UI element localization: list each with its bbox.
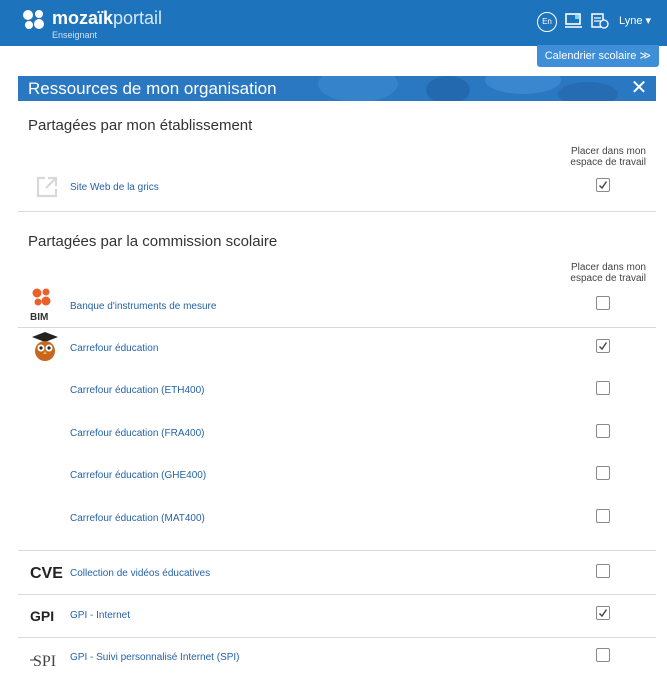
language-button[interactable]: En xyxy=(537,12,557,32)
list-item: CVE Collection de vidéos éducatives xyxy=(18,551,656,595)
workspace-checkbox[interactable] xyxy=(596,564,610,578)
resources-panel: Ressources de mon organisation ✕ Partagé… xyxy=(18,76,656,676)
resource-link[interactable]: Site Web de la grics xyxy=(70,182,159,193)
resource-link[interactable]: GPI - Internet xyxy=(70,610,130,621)
workspace-checkbox[interactable] xyxy=(596,296,610,310)
list-item: SPI GPI - Suivi personnalisé Internet (S… xyxy=(18,638,656,676)
resource-link[interactable]: Carrefour éducation (MAT400) xyxy=(70,513,205,524)
student-board-icon[interactable] xyxy=(565,13,583,29)
external-link-icon xyxy=(36,176,58,198)
workspace-checkbox[interactable] xyxy=(596,381,610,395)
list-item: Site Web de la grics xyxy=(18,170,656,212)
cve-logo-text: CVE xyxy=(30,565,63,582)
user-role: Enseignant xyxy=(52,30,98,40)
workspace-checkbox[interactable] xyxy=(596,509,610,523)
workspace-checkbox[interactable] xyxy=(596,606,610,620)
resource-link[interactable]: GPI - Suivi personnalisé Internet (SPI) xyxy=(70,652,240,663)
brand[interactable]: mozaïkportail Enseignant xyxy=(22,7,202,41)
mozaik-logo-icon xyxy=(23,10,44,29)
workspace-checkbox[interactable] xyxy=(596,466,610,480)
list-item: GPI GPI - Internet xyxy=(18,595,656,638)
resource-link[interactable]: Collection de vidéos éducatives xyxy=(70,568,210,579)
workspace-checkbox[interactable] xyxy=(596,648,610,662)
gpi-logo: GPI xyxy=(30,608,54,624)
panel-title: Ressources de mon organisation xyxy=(28,79,277,98)
resource-link[interactable]: Banque d'instruments de mesure xyxy=(70,301,216,312)
bim-logo: BIM xyxy=(30,288,51,323)
column-header-board: Placer dans mon espace de travail xyxy=(570,262,646,284)
workspace-checkbox[interactable] xyxy=(596,339,610,353)
close-button[interactable]: ✕ xyxy=(628,77,650,99)
workspace-checkbox[interactable] xyxy=(596,424,610,438)
section-title-school: Partagées par mon établissement xyxy=(28,117,253,134)
list-group: Carrefour éducation Carrefour éducation … xyxy=(18,328,656,551)
spi-logo: SPI xyxy=(30,653,56,670)
column-header-school: Placer dans mon espace de travail xyxy=(570,146,646,168)
bim-logo-text: BIM xyxy=(30,312,48,323)
gpi-logo-text: GPI xyxy=(30,608,54,624)
list-item: BIM Banque d'instruments de mesure xyxy=(18,284,656,328)
resource-link[interactable]: Carrefour éducation xyxy=(70,343,158,354)
resource-link[interactable]: Carrefour éducation (ETH400) xyxy=(70,385,205,396)
documents-icon[interactable] xyxy=(591,13,609,29)
school-calendar-button[interactable]: Calendrier scolaire ≫ xyxy=(536,45,659,67)
resource-link[interactable]: Carrefour éducation (FRA400) xyxy=(70,428,205,439)
resource-link[interactable]: Carrefour éducation (GHE400) xyxy=(70,470,206,481)
top-bar: mozaïkportail Enseignant En Lyne ▾ Calen… xyxy=(0,0,667,67)
owl-graduate-icon xyxy=(32,332,58,361)
cve-logo: CVE xyxy=(30,565,63,582)
section-title-board: Partagées par la commission scolaire xyxy=(28,233,278,250)
spi-logo-text: SPI xyxy=(33,653,56,670)
workspace-checkbox[interactable] xyxy=(596,178,610,192)
brand-name: mozaïkportail xyxy=(52,8,163,28)
user-menu[interactable]: Lyne ▾ xyxy=(619,14,651,27)
panel-header: Ressources de mon organisation ✕ xyxy=(18,76,656,101)
